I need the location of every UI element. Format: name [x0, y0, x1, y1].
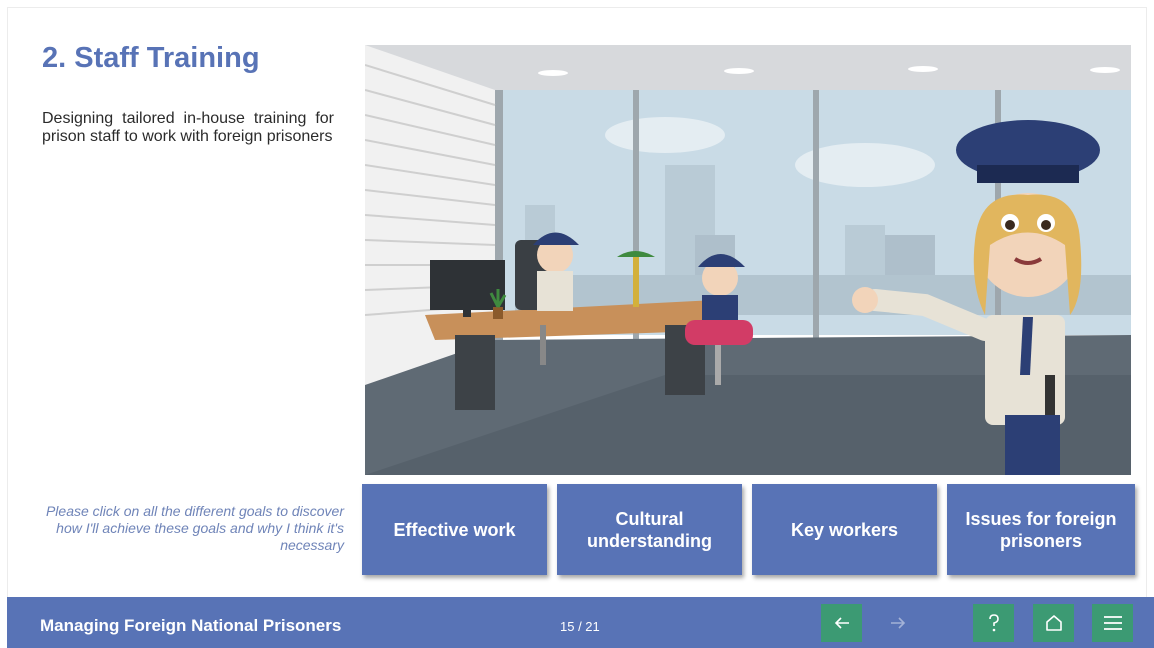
- arrow-left-icon: [834, 617, 849, 629]
- goal-button-cultural-understanding[interactable]: Cultural understanding: [557, 484, 742, 575]
- home-button[interactable]: [1033, 604, 1074, 642]
- slide-body-text: Designing tailored in-house training for…: [42, 110, 334, 145]
- slide: 2. Staff Training Designing tailored in-…: [0, 0, 1154, 648]
- goal-button-label: Effective work: [393, 519, 516, 540]
- instruction-hint: Please click on all the different goals …: [45, 503, 344, 553]
- goal-button-effective-work[interactable]: Effective work: [362, 484, 547, 575]
- home-icon: [1045, 615, 1062, 631]
- goal-button-label: Issues for foreign prisoners: [965, 508, 1117, 551]
- goal-button-key-workers[interactable]: Key workers: [752, 484, 937, 575]
- office-illustration: [365, 45, 1131, 475]
- goal-button-label: Cultural understanding: [587, 508, 712, 551]
- arrow-right-icon: [890, 617, 905, 629]
- slide-title: 2. Staff Training: [42, 42, 260, 74]
- page-indicator: 15 / 21: [560, 619, 600, 634]
- goal-button-label: Key workers: [790, 519, 899, 540]
- menu-button[interactable]: [1092, 604, 1133, 642]
- footer-bar: Managing Foreign National Prisoners 15 /…: [7, 597, 1154, 648]
- course-title: Managing Foreign National Prisoners: [40, 616, 342, 635]
- next-button[interactable]: [877, 604, 918, 642]
- goal-button-issues-for-foreign-prisoners[interactable]: Issues for foreign prisoners: [947, 484, 1135, 575]
- previous-button[interactable]: [821, 604, 862, 642]
- question-icon: [988, 614, 999, 632]
- menu-icon: [1103, 616, 1122, 630]
- help-button[interactable]: [973, 604, 1014, 642]
